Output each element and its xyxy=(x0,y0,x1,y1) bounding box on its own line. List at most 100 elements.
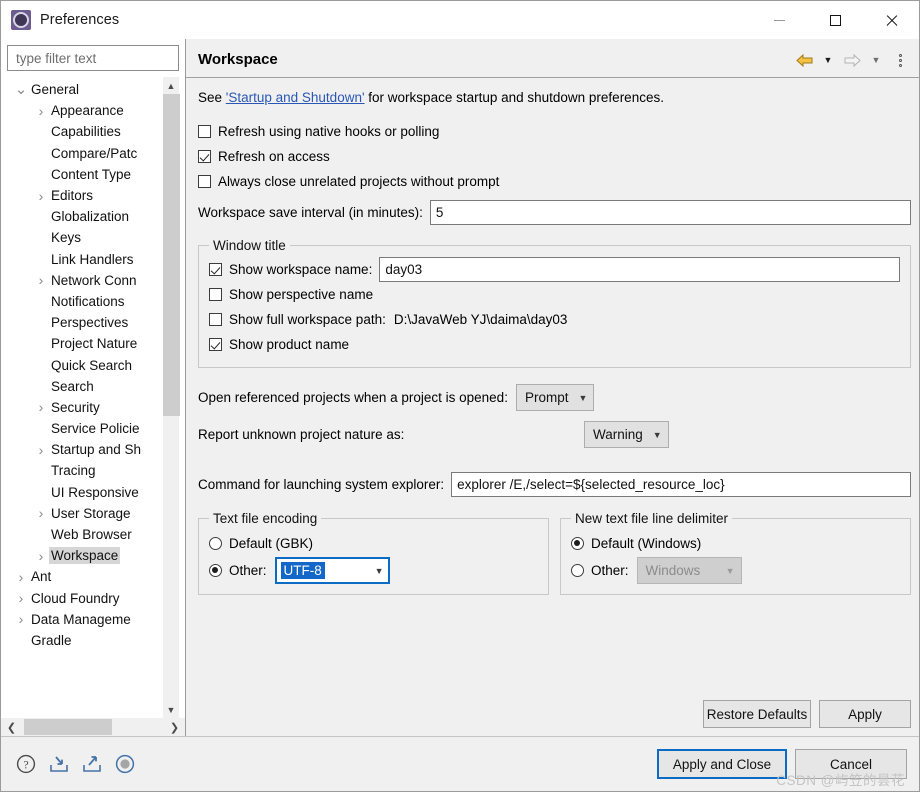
back-button[interactable] xyxy=(793,49,815,71)
tree-vertical-scrollbar[interactable]: ▲ ▼ xyxy=(162,77,180,718)
scroll-down-icon[interactable]: ▼ xyxy=(163,701,180,718)
show-product-name-row[interactable]: Show product name xyxy=(209,332,900,357)
record-circle-icon[interactable] xyxy=(114,753,136,775)
sidebar-item-web-browser[interactable]: Web Browser xyxy=(7,524,162,545)
close-unrelated-projects-row[interactable]: Always close unrelated projects without … xyxy=(198,169,911,194)
preferences-dialog: Preferences ⌄General›AppearanceCapabilit… xyxy=(0,0,920,792)
sidebar-item-globalization[interactable]: Globalization xyxy=(7,206,162,227)
show-product-name-label: Show product name xyxy=(229,337,350,352)
delimiter-default-radio[interactable] xyxy=(571,537,584,550)
system-explorer-input[interactable] xyxy=(451,472,911,497)
chevron-right-icon[interactable]: › xyxy=(13,570,29,584)
sidebar-item-startup-and-sh[interactable]: › Startup and Sh xyxy=(7,439,162,460)
delimiter-other-row[interactable]: Other: Windows ▼ xyxy=(571,557,900,584)
sidebar-item-service-policie[interactable]: Service Policie xyxy=(7,418,162,439)
encoding-default-radio[interactable] xyxy=(209,537,222,550)
maximize-button[interactable] xyxy=(807,1,863,39)
sidebar-item-data-manageme[interactable]: › Data Manageme xyxy=(7,609,162,630)
scroll-thumb[interactable] xyxy=(162,94,180,416)
dialog-footer: ? Apply and Close Cancel CSDN @屿笠的昙花 xyxy=(1,736,919,791)
forward-button[interactable] xyxy=(841,49,863,71)
close-button[interactable] xyxy=(863,1,919,39)
preferences-tree[interactable]: ⌄ General › Appearance Capabilities Compare/P… xyxy=(7,77,162,718)
sidebar-item-compare-patc[interactable]: Compare/Patc xyxy=(7,143,162,164)
delimiter-default-row[interactable]: Default (Windows) xyxy=(571,530,900,557)
sidebar-item-link-handlers[interactable]: Link Handlers xyxy=(7,249,162,270)
sidebar-item-cloud-foundry[interactable]: › Cloud Foundry xyxy=(7,588,162,609)
chevron-right-icon[interactable]: › xyxy=(33,104,49,118)
cancel-button[interactable]: Cancel xyxy=(795,749,907,779)
apply-button[interactable]: Apply xyxy=(819,700,911,728)
sidebar-item-project-nature[interactable]: Project Nature xyxy=(7,333,162,354)
scroll-track[interactable] xyxy=(162,94,180,701)
sidebar-item-notifications[interactable]: Notifications xyxy=(7,291,162,312)
encoding-other-radio[interactable] xyxy=(209,564,222,577)
scroll-track-horizontal[interactable] xyxy=(21,718,165,736)
chevron-right-icon[interactable]: › xyxy=(33,189,49,203)
sidebar-item-user-storage[interactable]: › User Storage xyxy=(7,503,162,524)
export-icon[interactable] xyxy=(81,753,103,775)
show-perspective-name-row[interactable]: Show perspective name xyxy=(209,282,900,307)
scroll-up-icon[interactable]: ▲ xyxy=(163,77,180,94)
report-unknown-nature-dropdown[interactable]: Warning ▼ xyxy=(584,421,669,448)
show-workspace-name-checkbox[interactable] xyxy=(209,263,222,276)
sidebar-item-keys[interactable]: Keys xyxy=(7,227,162,248)
import-icon[interactable] xyxy=(48,753,70,775)
scroll-left-icon[interactable]: ❮ xyxy=(2,718,21,736)
sidebar-item-perspectives[interactable]: Perspectives xyxy=(7,312,162,333)
chevron-right-icon[interactable]: › xyxy=(33,443,49,457)
sidebar-item-editors[interactable]: › Editors xyxy=(7,185,162,206)
chevron-right-icon[interactable]: › xyxy=(33,400,49,414)
sidebar-item-tracing[interactable]: Tracing xyxy=(7,460,162,481)
chevron-right-icon[interactable]: › xyxy=(33,273,49,287)
delimiter-other-radio[interactable] xyxy=(571,564,584,577)
encoding-other-dropdown[interactable]: UTF-8 ▼ xyxy=(274,557,390,584)
sidebar-item-general[interactable]: ⌄ General xyxy=(7,79,162,100)
help-icon[interactable]: ? xyxy=(15,753,37,775)
sidebar-item-gradle[interactable]: Gradle xyxy=(7,630,162,651)
startup-shutdown-link[interactable]: 'Startup and Shutdown' xyxy=(226,90,365,105)
refresh-native-hooks-checkbox[interactable] xyxy=(198,125,211,138)
show-product-name-checkbox[interactable] xyxy=(209,338,222,351)
sidebar-item-content-type[interactable]: Content Type xyxy=(7,164,162,185)
save-interval-input[interactable] xyxy=(429,200,911,225)
apply-and-close-button[interactable]: Apply and Close xyxy=(657,749,787,779)
refresh-native-hooks-row[interactable]: Refresh using native hooks or polling xyxy=(198,119,911,144)
sidebar-item-quick-search[interactable]: Quick Search xyxy=(7,354,162,375)
minimize-button[interactable] xyxy=(751,1,807,39)
open-referenced-dropdown[interactable]: Prompt ▼ xyxy=(515,384,595,411)
show-full-workspace-path-checkbox[interactable] xyxy=(209,313,222,326)
chevron-right-icon[interactable]: › xyxy=(33,549,49,563)
search-input[interactable] xyxy=(14,49,172,67)
encoding-default-row[interactable]: Default (GBK) xyxy=(209,530,538,557)
line-delimiter-group: New text file line delimiter Default (Wi… xyxy=(560,511,911,595)
close-unrelated-projects-checkbox[interactable] xyxy=(198,175,211,188)
encoding-other-row[interactable]: Other: UTF-8 ▼ xyxy=(209,557,538,584)
sidebar-item-search[interactable]: Search xyxy=(7,376,162,397)
chevron-right-icon[interactable]: › xyxy=(13,591,29,605)
scroll-thumb-horizontal[interactable] xyxy=(24,719,112,735)
sidebar-item-ant[interactable]: › Ant xyxy=(7,566,162,587)
show-full-workspace-path-row[interactable]: Show full workspace path: D:\JavaWeb YJ\… xyxy=(209,307,900,332)
filter-box[interactable] xyxy=(7,45,179,71)
sidebar-item-network-conn[interactable]: › Network Conn xyxy=(7,270,162,291)
chevron-right-icon[interactable]: › xyxy=(33,506,49,520)
forward-history-button[interactable]: ▼ xyxy=(865,49,887,71)
refresh-on-access-row[interactable]: Refresh on access xyxy=(198,144,911,169)
show-workspace-name-row[interactable]: Show workspace name: xyxy=(209,257,900,282)
scroll-right-icon[interactable]: ❯ xyxy=(165,718,184,736)
restore-defaults-button[interactable]: Restore Defaults xyxy=(703,700,811,728)
workspace-name-input[interactable] xyxy=(379,257,900,282)
sidebar-item-security[interactable]: › Security xyxy=(7,397,162,418)
show-perspective-name-checkbox[interactable] xyxy=(209,288,222,301)
sidebar-item-appearance[interactable]: › Appearance xyxy=(7,100,162,121)
sidebar-item-ui-responsive[interactable]: UI Responsive xyxy=(7,482,162,503)
sidebar-item-capabilities[interactable]: Capabilities xyxy=(7,121,162,142)
chevron-down-icon[interactable]: ⌄ xyxy=(13,82,29,97)
refresh-on-access-checkbox[interactable] xyxy=(198,150,211,163)
sidebar-item-workspace[interactable]: › Workspace xyxy=(7,545,162,566)
back-history-button[interactable]: ▼ xyxy=(817,49,839,71)
page-menu-button[interactable] xyxy=(889,49,911,71)
chevron-right-icon[interactable]: › xyxy=(13,612,29,626)
tree-horizontal-scrollbar[interactable]: ❮ ❯ xyxy=(1,718,185,736)
